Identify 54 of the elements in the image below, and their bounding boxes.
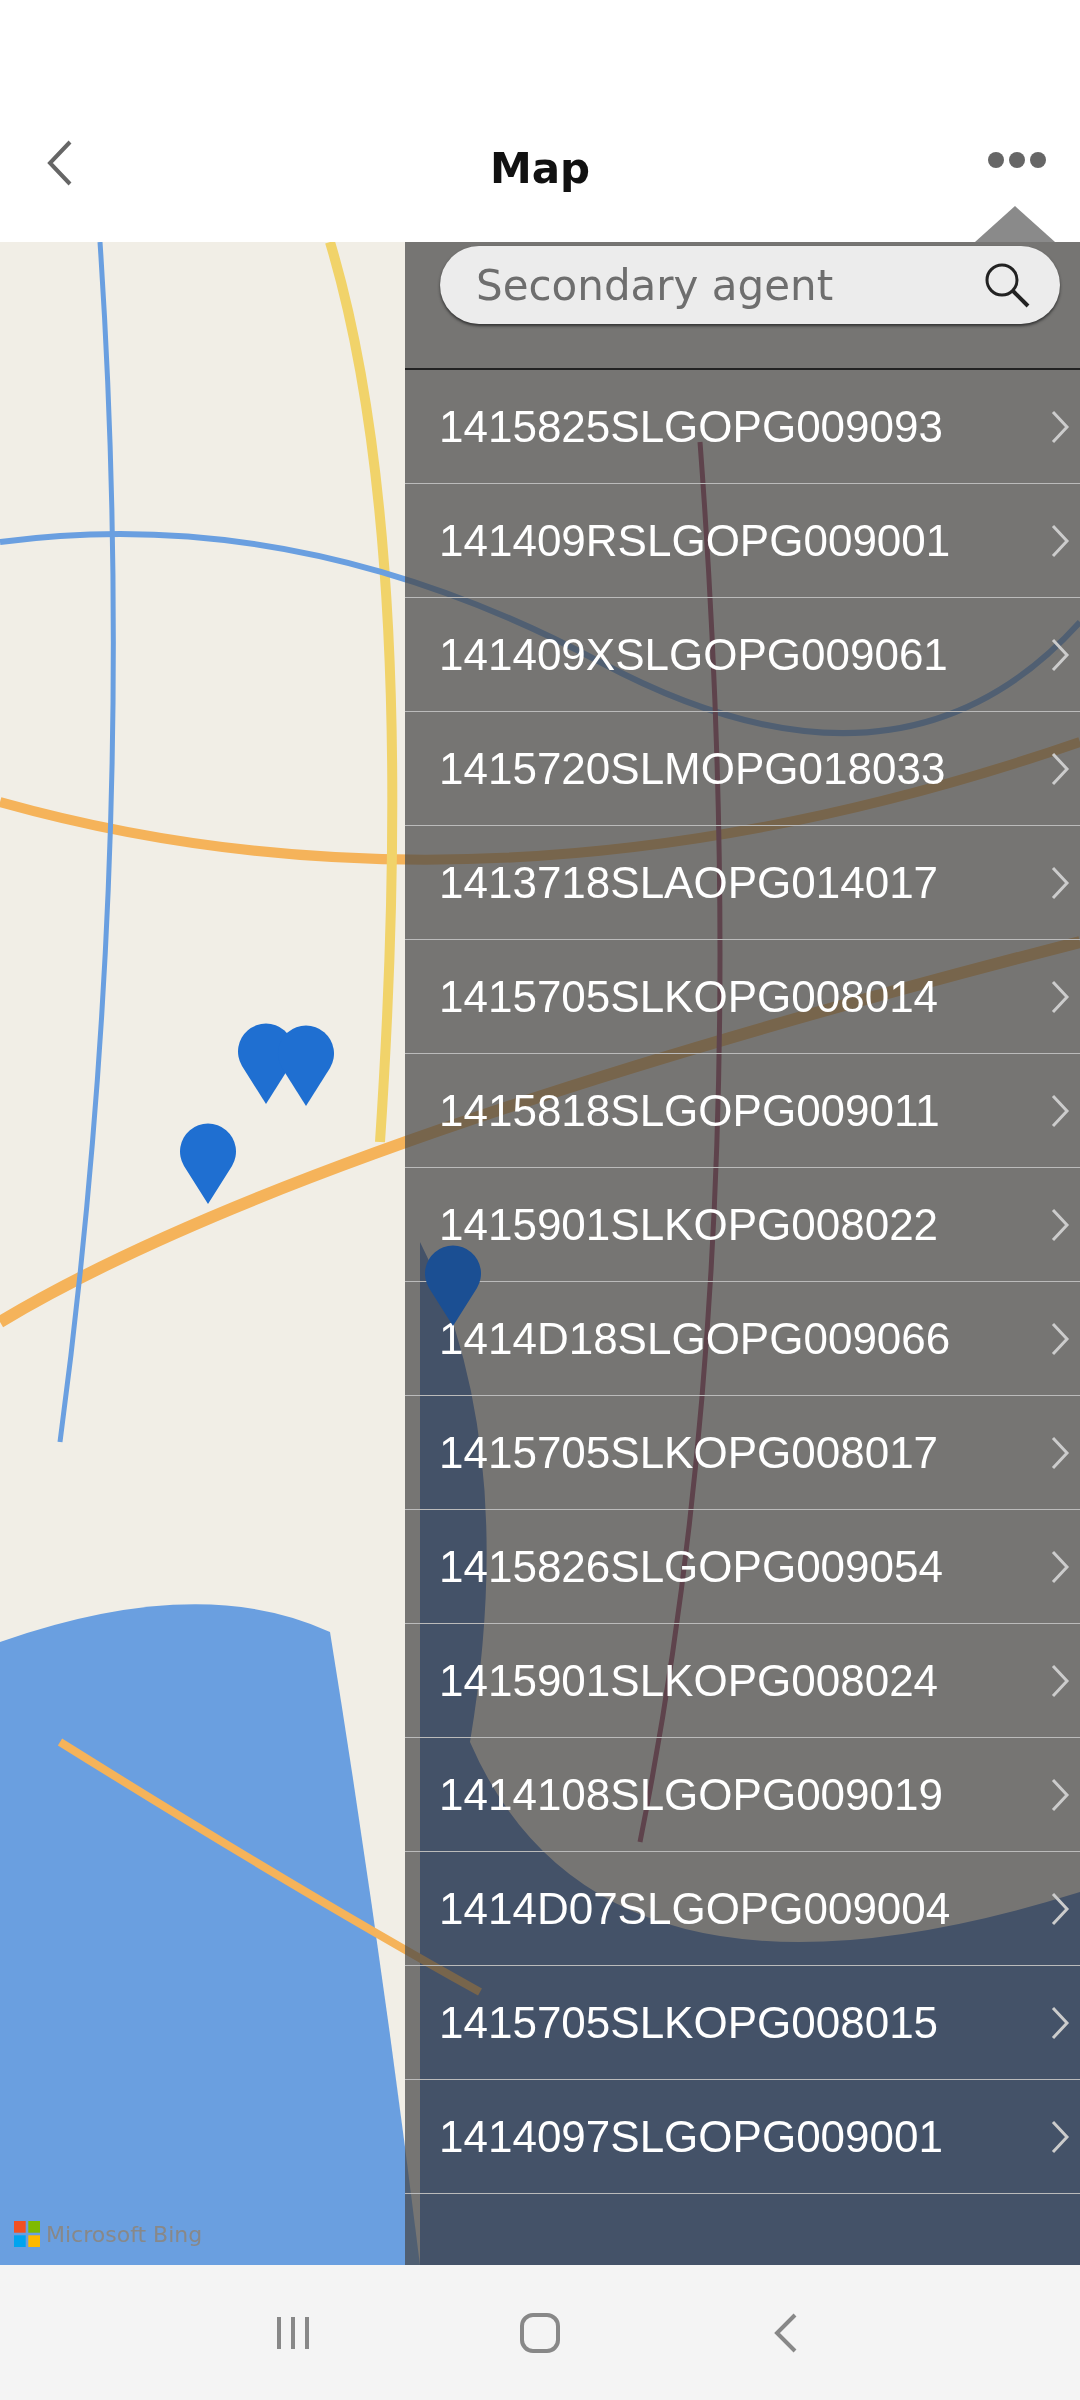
agent-code: 1415705SLKOPG008017: [439, 1427, 940, 1478]
chevron-icon: [1050, 1434, 1070, 1471]
chevron-icon: [1050, 2118, 1070, 2155]
agent-code: 1414D18SLGOPG009066: [439, 1313, 952, 1364]
agent-code: 1415901SLKOPG008024: [439, 1655, 940, 1706]
chevron-icon: [1050, 1548, 1070, 1585]
chevron-icon: [1050, 750, 1070, 787]
agent-code: 1413718SLAOPG014017: [439, 857, 940, 908]
agent-row[interactable]: 1414097SLGOPG009001: [405, 2080, 1080, 2194]
agent-row[interactable]: 1415705SLKOPG008014: [405, 940, 1080, 1054]
search-field[interactable]: Secondary agent: [440, 246, 1060, 324]
agent-row[interactable]: 1415901SLKOPG008024: [405, 1624, 1080, 1738]
chevron-icon: [1050, 1320, 1070, 1357]
more-icon[interactable]: [987, 150, 1047, 170]
chevron-icon: [1050, 864, 1070, 901]
home-icon[interactable]: [518, 2310, 562, 2355]
chevron-icon: [1050, 522, 1070, 559]
chevron-icon: [1050, 408, 1070, 445]
agent-row[interactable]: 141409RSLGOPG009001: [405, 484, 1080, 598]
agent-code: 1415901SLKOPG008022: [439, 1199, 940, 1250]
chevron-icon: [1050, 1662, 1070, 1699]
agent-row[interactable]: 1415825SLGOPG009093: [405, 370, 1080, 484]
agent-code: 1415826SLGOPG009054: [439, 1541, 944, 1592]
agent-code: 1414D07SLGOPG009004: [439, 1883, 952, 1934]
agent-code: 1415705SLKOPG008014: [439, 971, 940, 1022]
chevron-icon: [1050, 1776, 1070, 1813]
agent-row[interactable]: 1413718SLAOPG014017: [405, 826, 1080, 940]
chevron-icon: [1050, 636, 1070, 673]
agent-row[interactable]: 1415901SLKOPG008022: [405, 1168, 1080, 1282]
agent-row[interactable]: 1414D07SLGOPG009004: [405, 1852, 1080, 1966]
agent-code: 141409RSLGOPG009001: [439, 515, 952, 566]
page-title: Map: [489, 143, 591, 193]
agent-row[interactable]: 141409XSLGOPG009061: [405, 598, 1080, 712]
agent-row[interactable]: 1414D18SLGOPG009066: [405, 1282, 1080, 1396]
agent-code: 1414108SLGOPG009019: [439, 1769, 944, 1820]
agent-row[interactable]: 1415720SLMOPG018033: [405, 712, 1080, 826]
map-attribution: Microsoft Bing: [46, 2221, 203, 2247]
agent-row[interactable]: 1415705SLKOPG008017: [405, 1396, 1080, 1510]
chevron-icon: [1050, 2004, 1070, 2041]
agent-row[interactable]: 1415826SLGOPG009054: [405, 1510, 1080, 1624]
agent-code: 1415705SLKOPG008015: [439, 1997, 940, 2048]
agent-row[interactable]: 1414108SLGOPG009019: [405, 1738, 1080, 1852]
agent-code: 1414097SLGOPG009001: [439, 2111, 944, 2162]
agent-code: 1415825SLGOPG009093: [439, 401, 944, 452]
agent-row[interactable]: 1415818SLGOPG009011: [405, 1054, 1080, 1168]
logo-icon: [14, 2221, 40, 2247]
agent-code: 1415720SLMOPG018033: [439, 743, 947, 794]
agent-code: 1415818SLGOPG009011: [439, 1085, 941, 1136]
chevron-icon: [1050, 1890, 1070, 1927]
chevron-icon: [1050, 1092, 1070, 1129]
agent-code: 141409XSLGOPG009061: [439, 629, 949, 680]
chevron-icon: [1050, 978, 1070, 1015]
chevron-icon: [1050, 1206, 1070, 1243]
agent-row[interactable]: 1415705SLKOPG008015: [405, 1966, 1080, 2080]
